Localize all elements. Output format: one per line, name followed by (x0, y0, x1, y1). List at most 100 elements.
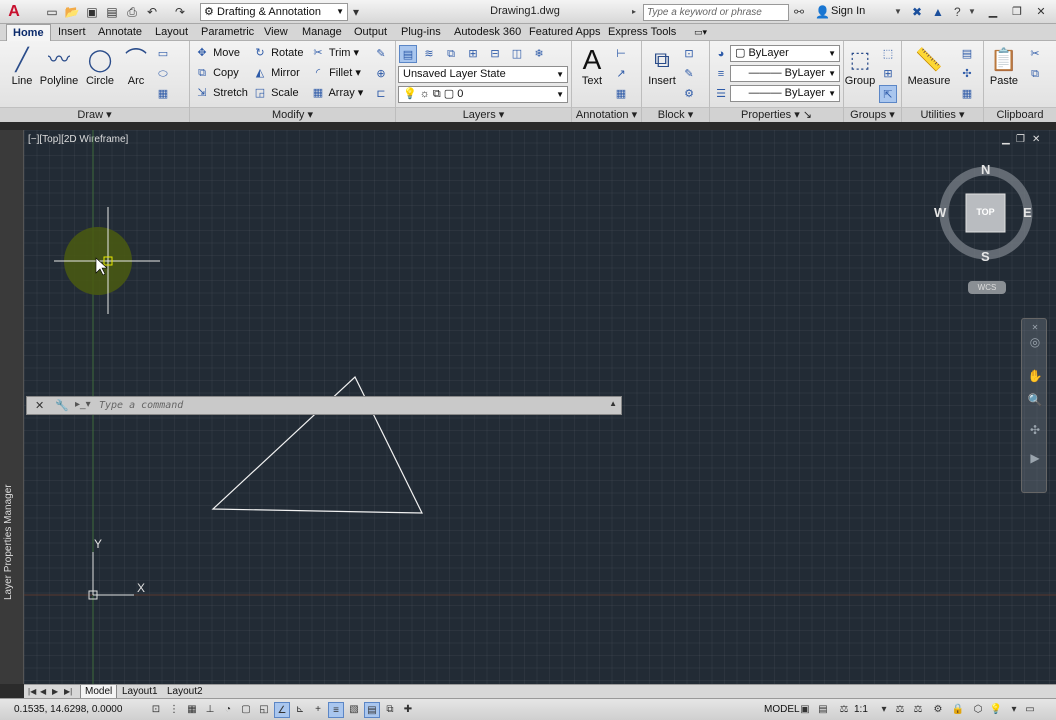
copy-clip-icon[interactable]: ⧉ (1026, 65, 1044, 83)
current-layer-select[interactable]: 💡 ☼ ⧉ ▢ 0 ▼ (398, 86, 568, 103)
measure-button[interactable]: 📏 Measure (906, 45, 952, 87)
scale-chevron-icon[interactable]: ▾ (876, 702, 892, 718)
viewcube-east[interactable]: E (1023, 205, 1032, 220)
group-selection-icon[interactable]: ⇱ (879, 85, 897, 103)
annotation-panel-title[interactable]: Annotation ▾ (572, 107, 641, 122)
arc-button[interactable]: ⌒ Arc (116, 45, 156, 87)
orbit-icon[interactable]: ✣ (1026, 423, 1044, 437)
calculator-icon[interactable]: ▦ (958, 85, 976, 103)
help-chevron-icon[interactable]: ▼ (968, 4, 976, 20)
stretch-button[interactable]: ⇲ Stretch (194, 84, 248, 102)
tab-manage[interactable]: Manage (296, 24, 348, 41)
array-button[interactable]: ▦ Array ▾ (310, 84, 364, 102)
command-input[interactable]: Type a command (99, 400, 183, 411)
properties-panel-title[interactable]: Properties ▾ ↘ (710, 107, 843, 122)
3d-osnap-icon[interactable]: ◱ (256, 702, 272, 718)
ungroup-icon[interactable]: ⬚ (879, 45, 897, 63)
auto-scale-icon[interactable]: ⚖ (910, 702, 926, 718)
move-button[interactable]: ✥ Move (194, 44, 240, 62)
edit-attributes-icon[interactable]: ⚙ (680, 85, 698, 103)
annotation-scale-value[interactable]: 1:1 (854, 704, 868, 715)
object-snap-icon[interactable]: ▢ (238, 702, 254, 718)
exchange-icon[interactable]: ✖ (912, 4, 922, 20)
plot-icon[interactable]: ⎙ (124, 4, 140, 20)
id-point-icon[interactable]: ✣ (958, 65, 976, 83)
insert-button[interactable]: ⧉ Insert (642, 45, 682, 87)
quick-calc-icon[interactable]: ▤ (958, 45, 976, 63)
new-file-icon[interactable]: ▭ (44, 4, 60, 20)
object-snap-tracking-icon[interactable]: ∠ (274, 702, 290, 718)
line-button[interactable]: ╱ Line (2, 45, 42, 87)
sign-in-button[interactable]: Sign In (831, 5, 865, 17)
table-icon[interactable]: ▦ (612, 85, 630, 103)
hatch-icon[interactable]: ▦ (154, 85, 172, 103)
match-properties-icon[interactable]: ◕ (712, 45, 730, 63)
circle-button[interactable]: ◯ Circle (80, 45, 120, 87)
quick-properties-icon[interactable]: ▤ (364, 702, 380, 718)
undo-icon[interactable]: ↶ (144, 4, 160, 20)
paste-button[interactable]: 📋 Paste (984, 45, 1024, 87)
polyline-button[interactable]: 〰 Polyline (38, 45, 80, 87)
ortho-mode-icon[interactable]: ⊥ (202, 702, 218, 718)
transparency-icon[interactable]: ▧ (346, 702, 362, 718)
tab-plugins[interactable]: Plug-ins (395, 24, 447, 41)
quick-view-layouts-icon[interactable]: ▣ (797, 702, 813, 718)
viewcube-west[interactable]: W (934, 205, 946, 220)
selection-cycling-icon[interactable]: ⧉ (382, 702, 398, 718)
workspace-switching-icon[interactable]: ⚙ (930, 702, 946, 718)
dynamic-input-icon[interactable]: + (310, 702, 326, 718)
clean-screen-icon[interactable]: ▭ (1022, 702, 1038, 718)
erase-icon[interactable]: ✎ (372, 45, 390, 63)
groups-panel-title[interactable]: Groups ▾ (844, 107, 901, 122)
pan-icon[interactable]: ✋ (1026, 369, 1044, 383)
tab-home[interactable]: Home (6, 24, 51, 41)
infer-constraints-icon[interactable]: ⊡ (148, 702, 164, 718)
layer-state-select[interactable]: Unsaved Layer State ▼ (398, 66, 568, 83)
draw-panel-title[interactable]: Draw ▾ (0, 107, 189, 122)
layer-off-icon[interactable]: ◫ (508, 45, 526, 63)
tab-output[interactable]: Output (348, 24, 393, 41)
model-space-toggle[interactable]: MODEL (764, 704, 800, 715)
autodesk-app-icon[interactable]: ▲ (932, 4, 944, 20)
coordinate-readout[interactable]: 0.1535, 14.6298, 0.0000 (14, 704, 122, 715)
tab-insert[interactable]: Insert (52, 24, 92, 41)
edit-block-icon[interactable]: ✎ (680, 65, 698, 83)
offset-icon[interactable]: ⊏ (372, 85, 390, 103)
show-lineweight-icon[interactable]: ≡ (328, 702, 344, 718)
mirror-button[interactable]: ◭ Mirror (252, 64, 300, 82)
tab-annotate[interactable]: Annotate (92, 24, 148, 41)
tab-layout2[interactable]: Layout2 (163, 685, 207, 699)
application-menu-icon[interactable]: A (2, 1, 26, 23)
viewcube-face-label[interactable]: TOP (966, 207, 1005, 217)
command-close-icon[interactable]: ✕ (35, 399, 44, 412)
layer-properties-palette-bar[interactable]: Layer Properties Manager (0, 130, 24, 684)
redo-icon[interactable]: ↷ (172, 4, 188, 20)
utilities-panel-title[interactable]: Utilities ▾ (902, 107, 983, 122)
binoculars-icon[interactable]: ⚯ (794, 4, 804, 20)
tab-autodesk360[interactable]: Autodesk 360 (448, 24, 527, 41)
steering-wheel-icon[interactable]: ◎ (1026, 335, 1044, 349)
group-button[interactable]: ⬚ Group (842, 45, 878, 87)
isolate-objects-icon[interactable]: 💡 (988, 702, 1004, 718)
open-file-icon[interactable]: 📂 (64, 4, 80, 20)
lineweight-select[interactable]: ——— ByLayer ▼ (730, 65, 840, 82)
hardware-acceleration-icon[interactable]: ⬡ (970, 702, 986, 718)
layer-previous-icon[interactable]: ⊞ (464, 45, 482, 63)
tab-featured-apps[interactable]: Featured Apps (523, 24, 607, 41)
showmotion-icon[interactable]: ▶ (1026, 451, 1044, 465)
status-menu-icon[interactable]: ▾ (1006, 702, 1022, 718)
workspace-select[interactable]: ⚙ Drafting & Annotation ▼ (200, 3, 348, 21)
cut-icon[interactable]: ✂ (1026, 45, 1044, 63)
layer-match-icon[interactable]: ⧉ (442, 45, 460, 63)
navbar-close-icon[interactable]: ✕ (1026, 323, 1044, 332)
tab-layout1[interactable]: Layout1 (118, 685, 162, 699)
rectangle-icon[interactable]: ▭ (154, 45, 172, 63)
wcs-menu[interactable]: WCS (968, 281, 1006, 294)
group-edit-icon[interactable]: ⊞ (879, 65, 897, 83)
layer-state-icon[interactable]: ≋ (420, 45, 438, 63)
copy-button[interactable]: ⧉ Copy (194, 64, 239, 82)
last-tab-icon[interactable]: ▶| (64, 685, 72, 698)
command-history-icon[interactable]: ▲ (609, 399, 617, 408)
tab-parametric[interactable]: Parametric (195, 24, 260, 41)
tab-layout[interactable]: Layout (149, 24, 194, 41)
